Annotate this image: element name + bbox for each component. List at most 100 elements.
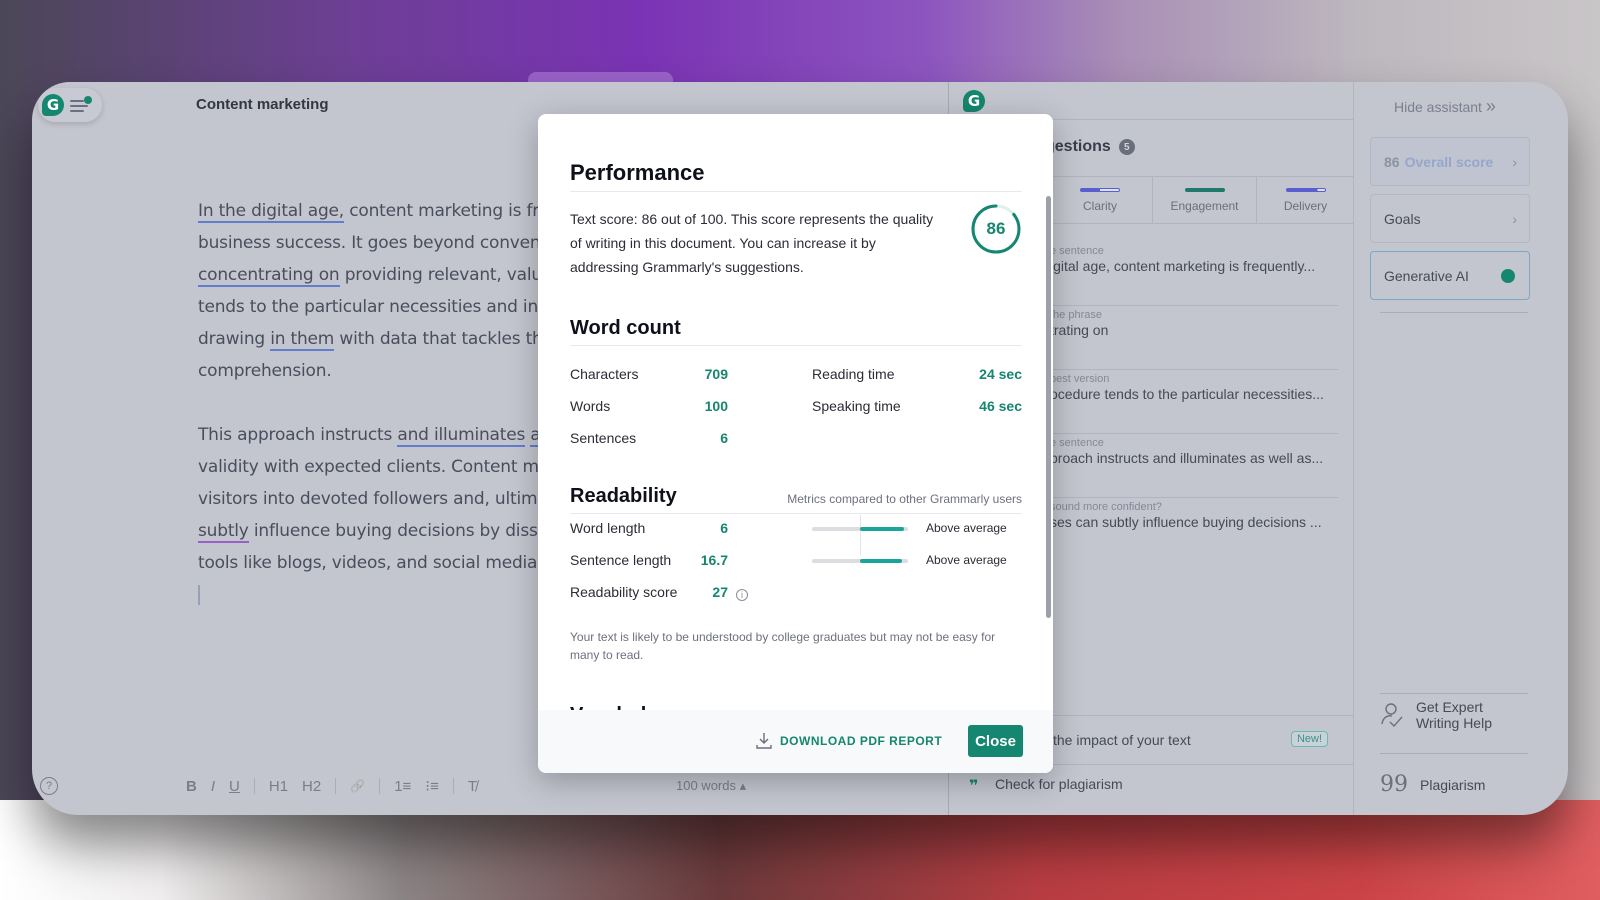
- text-line: visitors into devoted followers and, ult…: [198, 489, 548, 509]
- hide-assistant-button[interactable]: Hide assistant »: [1394, 96, 1496, 117]
- modal-footer: DOWNLOAD PDF REPORT Close: [538, 710, 1053, 773]
- sentence-length-rating: Above average: [926, 553, 1007, 567]
- sentence-length-meter-fill: [860, 559, 902, 563]
- side-divider: [1380, 312, 1528, 313]
- text-line: tools like blogs, videos, and social med…: [198, 553, 543, 573]
- double-chevron-right-icon: »: [1485, 96, 1496, 116]
- toolbar-divider: [253, 778, 255, 794]
- italic-button[interactable]: I: [211, 778, 215, 795]
- heading1-button[interactable]: H1: [269, 778, 288, 795]
- readability-subtitle: Metrics compared to other Grammarly user…: [787, 492, 1022, 506]
- readability-stats: Word length 6 Above average Sentence len…: [570, 514, 1022, 624]
- tab-label: Delivery: [1283, 199, 1328, 213]
- text-line: business success. It goes beyond conven: [198, 233, 541, 253]
- text-line: influence buying decisions by disse: [248, 521, 548, 541]
- text-line: tends to the particular necessities and …: [198, 297, 555, 317]
- expert-help-button[interactable]: Get Expert Writing Help: [1380, 699, 1506, 731]
- expert-help-label: Get Expert Writing Help: [1416, 699, 1492, 731]
- new-badge: New!: [1290, 731, 1328, 747]
- word-count-title: Word count: [570, 317, 1022, 346]
- suggestion-underline[interactable]: and illuminates: [397, 425, 525, 447]
- suggestion-text: ocedure tends to the particular necessit…: [1050, 386, 1324, 402]
- plagiarism-label: Plagiarism: [1420, 776, 1486, 793]
- text-line: validity with expected clients. Content …: [198, 457, 550, 477]
- link-icon[interactable]: 🔗: [350, 779, 365, 793]
- suggestions-title: gestions: [1045, 138, 1111, 155]
- speaking-time-label: Speaking time: [812, 398, 901, 414]
- suggestion-type: the phrase: [1050, 309, 1102, 321]
- word-count-toggle[interactable]: 100 words ▴: [676, 778, 746, 794]
- suggestion-underline[interactable]: in them: [270, 329, 334, 351]
- readability-title: Readability: [570, 485, 677, 507]
- text-line: This approach instructs: [198, 425, 398, 445]
- clear-format-icon[interactable]: T̸: [468, 778, 477, 795]
- toolbar-divider: [452, 778, 454, 794]
- generative-ai-card[interactable]: Generative AI: [1370, 251, 1530, 300]
- plagiarism-button[interactable]: 99 Plagiarism: [1380, 772, 1485, 797]
- words-value: 100: [704, 398, 728, 414]
- text-line: drawing: [198, 329, 271, 349]
- generative-ai-label: Generative AI: [1384, 267, 1469, 284]
- reading-time-value: 24 sec: [979, 366, 1022, 382]
- underline-button[interactable]: U: [229, 778, 240, 795]
- suggestion-type: sound more confident?: [1050, 501, 1162, 513]
- text-cursor: [198, 585, 200, 605]
- suggestion-underline[interactable]: concentrating on: [198, 265, 340, 287]
- chevron-right-icon: ›: [1512, 153, 1517, 170]
- quote-icon: 99: [1380, 772, 1408, 797]
- text-line: with data that tackles the: [334, 329, 553, 349]
- suggestions-count-badge: 5: [1118, 139, 1135, 155]
- modal-scrollbar[interactable]: [1046, 196, 1051, 618]
- info-icon[interactable]: i: [736, 589, 748, 602]
- goals-label: Goals: [1384, 210, 1421, 227]
- tab-delivery[interactable]: Delivery: [1256, 177, 1354, 223]
- score-value: 86: [986, 219, 1006, 238]
- hide-assistant-label: Hide assistant: [1394, 99, 1482, 115]
- chevron-right-icon: ›: [1512, 210, 1517, 227]
- suggestion-text: proach instructs and illuminates as well…: [1050, 450, 1324, 466]
- close-button[interactable]: Close: [968, 725, 1023, 757]
- performance-description: Text score: 86 out of 100. This score re…: [570, 211, 934, 275]
- suggestion-text: trating on: [1050, 322, 1109, 338]
- readability-score-label: Readability score: [570, 584, 678, 600]
- goals-card[interactable]: Goals ›: [1370, 194, 1530, 243]
- overall-score-card[interactable]: 86 Overall score ›: [1370, 137, 1530, 186]
- engagement-progress-bar: [1184, 188, 1225, 192]
- download-pdf-button[interactable]: DOWNLOAD PDF REPORT: [756, 732, 942, 750]
- modal-content[interactable]: Performance Text score: 86 out of 100. T…: [570, 114, 1022, 710]
- suggestion-underline[interactable]: subtly: [198, 521, 249, 543]
- menu-icon[interactable]: [70, 96, 92, 114]
- heading2-button[interactable]: H2: [302, 778, 321, 795]
- words-label: Words: [570, 398, 611, 414]
- clarity-progress-bar: [1080, 188, 1120, 192]
- desktop-background-bottom: [0, 800, 1600, 900]
- side-divider: [1380, 693, 1528, 694]
- bold-button[interactable]: B: [186, 778, 197, 795]
- word-length-meter: [812, 515, 908, 555]
- tab-label: Engagement: [1170, 199, 1239, 213]
- tab-engagement[interactable]: Engagement: [1152, 177, 1256, 223]
- sentence-length-meter: [812, 559, 908, 563]
- download-icon: [756, 733, 772, 749]
- word-length-label: Word length: [570, 520, 646, 536]
- tab-clarity[interactable]: Clarity: [1047, 177, 1152, 223]
- characters-label: Characters: [570, 366, 639, 382]
- document-title[interactable]: Content marketing: [196, 96, 329, 113]
- text-line: content marketing is fre: [344, 201, 549, 221]
- suggestion-underline[interactable]: In the digital age,: [198, 201, 344, 223]
- quote-icon: ❞: [969, 778, 979, 795]
- logo-menu-pill[interactable]: G: [38, 88, 102, 122]
- grammarly-logo-icon: G: [42, 94, 64, 116]
- check-plagiarism-label: Check for plagiarism: [995, 776, 1123, 792]
- word-length-value: 6: [720, 520, 728, 536]
- ordered-list-icon[interactable]: 1≡: [394, 778, 411, 795]
- suggestions-heading: gestions 5: [1045, 138, 1135, 156]
- side-panel: Hide assistant » 86 Overall score › Goal…: [1353, 82, 1568, 815]
- readability-note: Your text is likely to be understood by …: [570, 630, 996, 662]
- sentence-length-value: 16.7: [700, 552, 728, 568]
- tab-label: Clarity: [1082, 199, 1117, 213]
- bullet-list-icon[interactable]: ⁝≡: [425, 777, 439, 795]
- format-toolbar: ? B I U H1 H2 🔗 1≡ ⁝≡ T̸ 100 words ▴: [32, 772, 948, 800]
- help-icon[interactable]: ?: [40, 777, 58, 795]
- sentences-value: 6: [720, 430, 728, 446]
